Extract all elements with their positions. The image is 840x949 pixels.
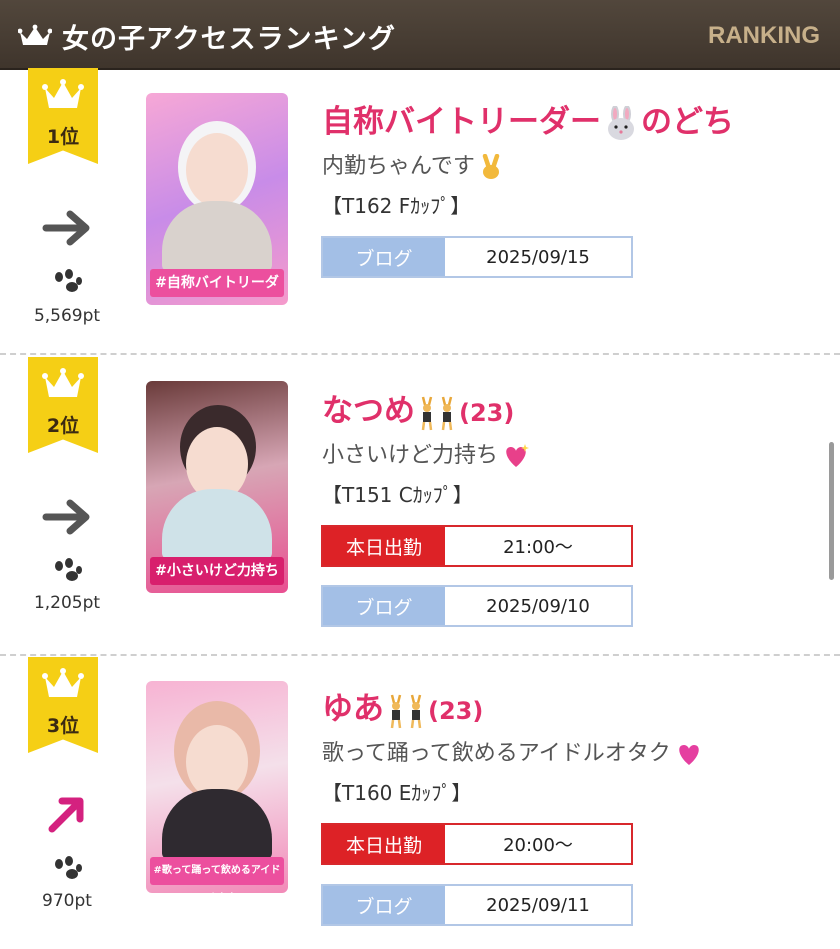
age: (23) xyxy=(428,697,484,725)
blog-label: ブログ xyxy=(323,238,445,276)
points: 970pt xyxy=(42,891,92,911)
photo-body xyxy=(162,789,272,859)
girl-name[interactable]: なつめ (23) xyxy=(322,385,514,431)
profile-photo[interactable]: #歌って踊って飲めるアイドルオタク xyxy=(146,681,288,893)
today-time: 20:00〜 xyxy=(503,835,573,856)
paw-icon xyxy=(55,269,82,292)
today-time: 21:00〜 xyxy=(503,537,573,558)
bunny-dancers-icon xyxy=(421,396,453,430)
blog-date: 2025/09/15 xyxy=(486,246,590,268)
photo-body xyxy=(162,201,272,271)
points: 1,205pt xyxy=(33,593,101,613)
rabbit-face-icon xyxy=(608,105,634,140)
ranking-label[interactable]: RANKING xyxy=(708,22,820,50)
points: 5,569pt xyxy=(33,306,101,326)
blog-button[interactable]: ブログ 2025/09/10 xyxy=(321,585,633,627)
today-label: 本日出勤 xyxy=(323,825,445,863)
size-info: 【T151 Cｶｯﾌﾟ】 xyxy=(322,483,473,507)
girl-name[interactable]: ゆあ (23) xyxy=(322,683,483,729)
catch-text: 小さいけど力持ち xyxy=(322,443,499,468)
age: (23) xyxy=(459,399,515,427)
scrollbar[interactable] xyxy=(829,442,834,580)
rank-label: 2位 xyxy=(46,415,80,437)
size-info: 【T162 Fｶｯﾌﾟ】 xyxy=(322,194,471,218)
rank-label: 1位 xyxy=(46,126,80,148)
arrow-right-icon xyxy=(42,499,90,535)
catchphrase: 内勤ちゃんです xyxy=(322,148,503,180)
catchphrase: 小さいけど力持ち xyxy=(322,437,530,469)
photo-tag: #歌って踊って飲めるアイドルオタク xyxy=(150,857,284,885)
photo-face xyxy=(186,725,248,799)
rank-label: 3位 xyxy=(46,715,80,737)
blog-button[interactable]: ブログ 2025/09/11 xyxy=(321,884,633,926)
catch-text: 内勤ちゃんです xyxy=(322,154,475,179)
photo-tag: #自称バイトリーダー xyxy=(150,269,284,305)
name-text: ゆあ xyxy=(322,691,384,727)
blog-label: ブログ xyxy=(323,587,445,625)
entry-divider xyxy=(0,353,840,355)
name-suffix: のどち xyxy=(641,104,734,140)
paw-icon xyxy=(55,558,82,581)
today-label: 本日出勤 xyxy=(323,527,445,565)
arrow-right-icon xyxy=(42,210,90,246)
rank-badge: 2位 xyxy=(28,357,98,453)
photo-face xyxy=(186,133,248,207)
rank-badge: 3位 xyxy=(28,657,98,753)
crown-icon xyxy=(42,668,84,697)
blog-date: 2025/09/10 xyxy=(486,595,590,617)
crown-icon xyxy=(42,79,84,108)
ranking-header: 女の子アクセスランキング RANKING xyxy=(0,0,840,70)
blog-label: ブログ xyxy=(323,886,445,924)
name-text: なつめ xyxy=(322,393,415,429)
photo-tag: #小さいけど力持ち xyxy=(150,557,284,585)
today-shift[interactable]: 本日出勤 21:00〜 xyxy=(321,525,633,567)
sparkling-heart-icon xyxy=(506,444,530,467)
entry-divider xyxy=(0,654,840,656)
crown-icon xyxy=(18,24,52,45)
photo-body xyxy=(162,489,272,559)
profile-photo[interactable]: #小さいけど力持ち xyxy=(146,381,288,593)
size-info: 【T160 Eｶｯﾌﾟ】 xyxy=(322,781,472,805)
today-shift[interactable]: 本日出勤 20:00〜 xyxy=(321,823,633,865)
pink-heart-icon xyxy=(678,745,699,765)
arrow-up-right-icon xyxy=(48,797,84,833)
name-text: 自称バイトリーダー xyxy=(322,104,601,140)
blog-date: 2025/09/11 xyxy=(486,894,590,916)
crown-icon xyxy=(42,368,84,397)
profile-photo[interactable]: #自称バイトリーダー xyxy=(146,93,288,305)
header-title: 女の子アクセスランキング xyxy=(62,24,396,55)
blog-button[interactable]: ブログ 2025/09/15 xyxy=(321,236,633,278)
rank-badge: 1位 xyxy=(28,68,98,164)
catch-text: 歌って踊って飲めるアイドルオタク xyxy=(322,741,671,766)
victory-hand-icon xyxy=(482,154,500,179)
girl-name[interactable]: 自称バイトリーダー のどち xyxy=(322,96,734,142)
bunny-dancers-icon xyxy=(390,694,422,728)
paw-icon xyxy=(55,856,82,879)
catchphrase: 歌って踊って飲めるアイドルオタク xyxy=(322,735,703,767)
